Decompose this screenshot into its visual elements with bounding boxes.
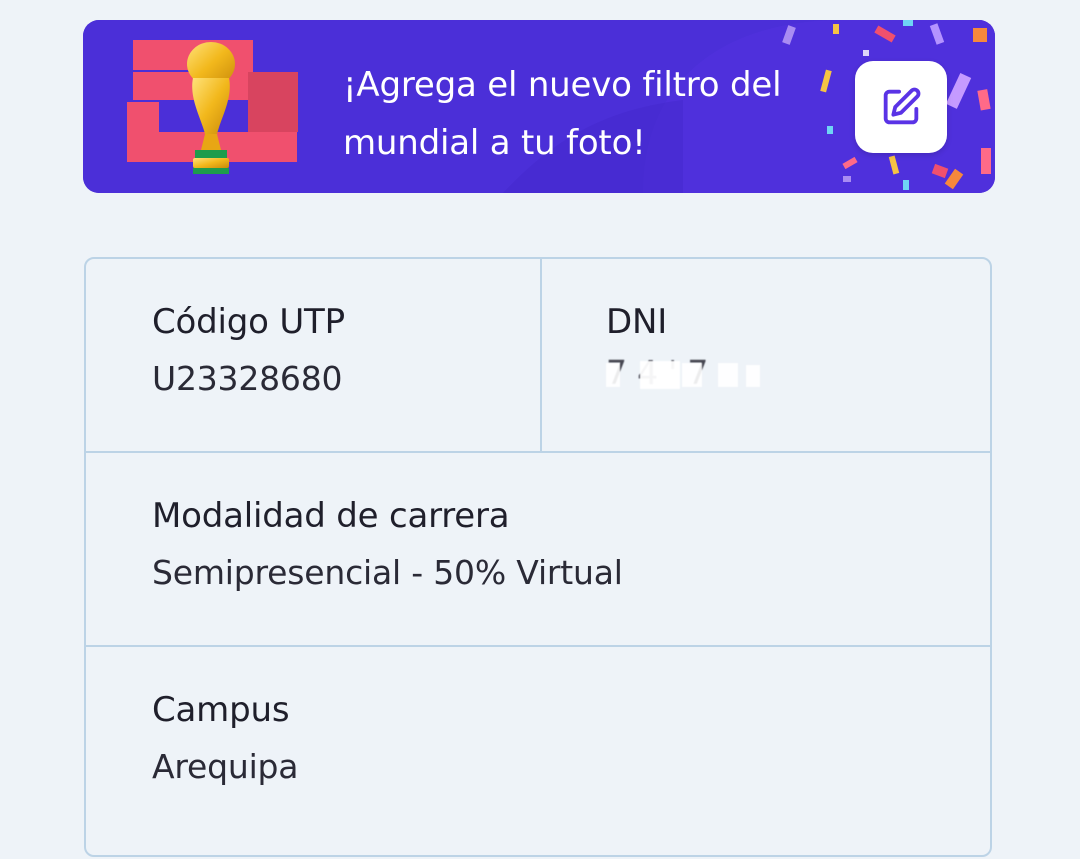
modalidad-value: Semipresencial - 50% Virtual [152,553,623,592]
info-row-modalidad: Modalidad de carrera Semipresencial - 50… [86,453,990,647]
world-cup-filter-banner[interactable]: ¡Agrega el nuevo filtro del mundial a tu… [83,20,995,193]
banner-title: ¡Agrega el nuevo filtro del mundial a tu… [343,65,782,163]
student-info-card: Código UTP U23328680 DNI 7 4 ' 7 Modalid… [84,257,992,857]
codigo-utp-label: Código UTP [152,302,345,342]
dni-label: DNI [606,302,668,342]
edit-photo-button[interactable] [855,61,947,153]
campus-value: Arequipa [152,747,299,786]
campus-label: Campus [152,690,290,730]
edit-square-icon [883,87,921,125]
modalidad-label: Modalidad de carrera [152,496,510,536]
dni-value-redacted: 7 4 ' 7 [606,353,786,399]
info-row-campus: Campus Arequipa [86,647,990,859]
info-row-codes: Código UTP U23328680 DNI 7 4 ' 7 [86,259,990,453]
codigo-utp-value: U23328680 [152,359,343,398]
dni-value: 7 4 ' 7 [606,353,709,392]
world-cup-trophy-icon [187,42,235,174]
column-divider [540,259,542,453]
